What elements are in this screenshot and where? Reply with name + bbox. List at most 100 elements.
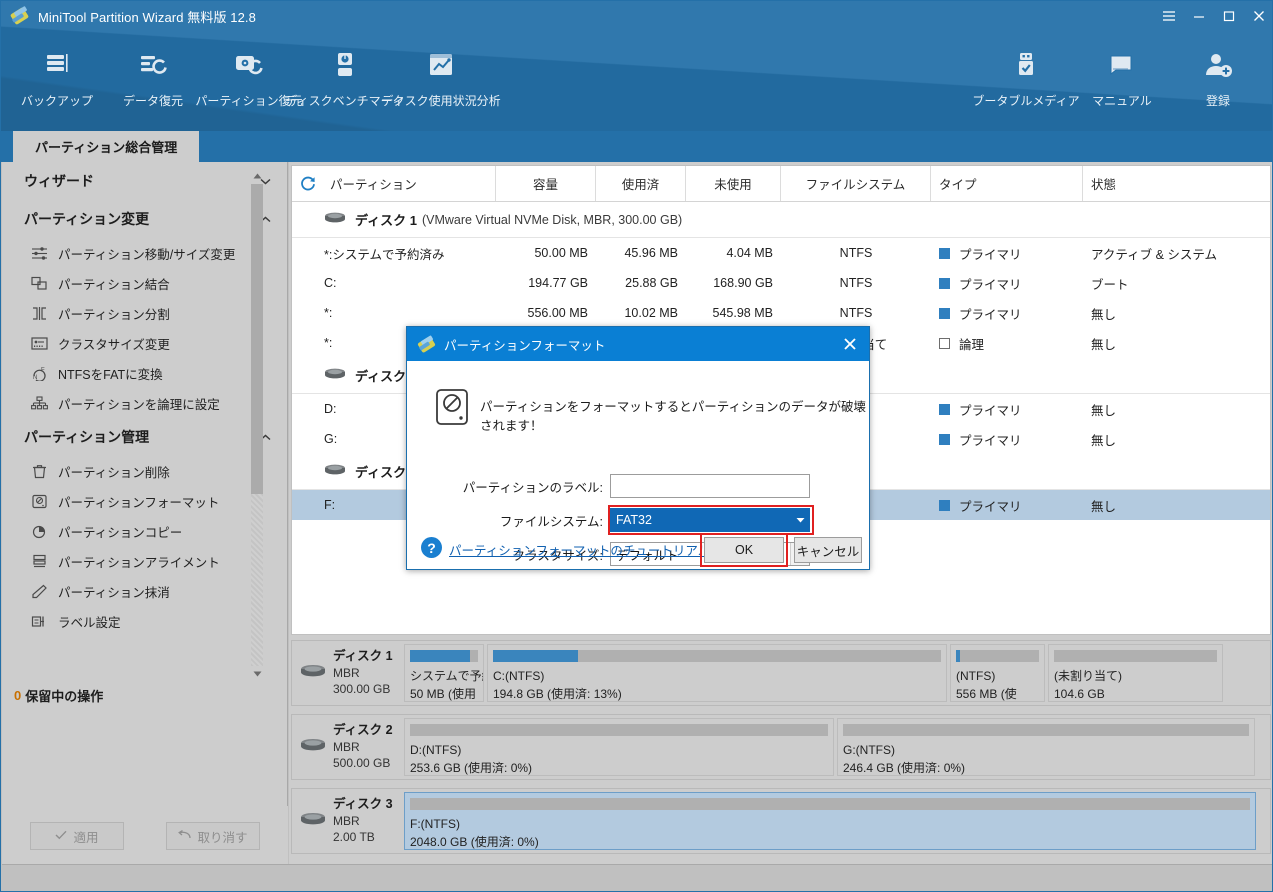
sidebar-item-format-partition[interactable]: パーティションフォーマット [2, 486, 288, 516]
cell-type: プライマリ [931, 400, 1083, 419]
toolbar-disk-usage-analyzer-button[interactable]: ディスク使用状況分析 [381, 41, 501, 109]
type-swatch [939, 277, 950, 289]
sidebar-item-convert-ntfs-to-fat[interactable]: NF NTFSをFATに変換 [2, 358, 288, 388]
column-header-type[interactable]: タイプ [931, 166, 1083, 201]
cell-used: 10.02 MB [624, 306, 678, 320]
window-controls [1154, 1, 1272, 31]
disk-header-row[interactable]: ディスク 1 (VMware Virtual NVMe Disk, MBR, 3… [292, 202, 1270, 238]
disk-map-partition[interactable]: C:(NTFS) 194.8 GB (使用済: 13%) [487, 644, 947, 702]
disk-usage-analyzer-icon [425, 45, 457, 85]
close-icon[interactable] [831, 327, 869, 361]
sidebar-item-align-partition[interactable]: パーティションアライメント [2, 546, 288, 576]
cluster-size-icon [28, 334, 50, 352]
sidebar-group-wizard[interactable]: ウィザード [2, 162, 288, 200]
table-header-row: パーティション 容量 使用済 未使用 ファイルシステム タイプ 状態 [292, 166, 1270, 202]
disk-map-partition[interactable]: D:(NTFS) 253.6 GB (使用済: 0%) [404, 718, 834, 776]
cell-state: 無し [1091, 433, 1117, 448]
table-row[interactable]: *:システムで予約済み 50.00 MB 45.96 MB 4.04 MB NT… [292, 238, 1270, 268]
disk-map-card[interactable]: ディスク 1 MBR 300.00 GB システムで予約 50 MB (使用 C… [291, 640, 1271, 706]
disk-map-partition[interactable]: (未割り当て) 104.6 GB [1048, 644, 1223, 702]
split-icon [28, 304, 50, 322]
maximize-icon[interactable] [1214, 1, 1244, 31]
table-row[interactable]: C: 194.77 GB 25.88 GB 168.90 GB NTFS プライ… [292, 268, 1270, 298]
disk-map-card[interactable]: ディスク 2 MBR 500.00 GB D:(NTFS) 253.6 GB (… [291, 714, 1271, 780]
table-row[interactable]: *: 556.00 MB 10.02 MB 545.98 MB NTFS プライ… [292, 298, 1270, 328]
wipe-icon [28, 582, 50, 600]
sidebar-item-move-resize[interactable]: パーティション移動/サイズ変更 [2, 238, 288, 268]
disk-map-partition[interactable]: G:(NTFS) 246.4 GB (使用済: 0%) [837, 718, 1255, 776]
sidebar-item-split[interactable]: パーティション分割 [2, 298, 288, 328]
scroll-down-arrow-icon[interactable] [251, 668, 263, 680]
sidebar-item-label: パーティションアライメント [58, 555, 220, 570]
sidebar-item-label: クラスタサイズ変更 [58, 337, 170, 352]
cell-type: 論理 [931, 334, 1083, 353]
column-header-state[interactable]: 状態 [1083, 166, 1269, 201]
refresh-icon[interactable] [292, 166, 322, 201]
dialog-body: パーティションをフォーマットするとパーティションのデータが破壊されます！ パーテ… [407, 361, 869, 571]
column-header-partition[interactable]: パーティション [322, 166, 496, 201]
minimize-icon[interactable] [1184, 1, 1214, 31]
toolbar-manual-button[interactable]: マニュアル [1074, 41, 1170, 109]
question-mark-icon[interactable]: ? [421, 537, 442, 558]
sidebar-group-partition-manage[interactable]: パーティション管理 [2, 418, 288, 456]
disk-map-info: ディスク 1 MBR 300.00 GB [292, 648, 404, 697]
sidebar-item-set-label[interactable]: ラベル設定 [2, 606, 288, 636]
apply-button[interactable]: 適用 [30, 822, 124, 850]
disk-map-partition[interactable]: システムで予約 50 MB (使用 [404, 644, 484, 702]
align-icon [28, 552, 50, 570]
sidebar-group-partition-modify[interactable]: パーティション変更 [2, 200, 288, 238]
sidebar-item-label: パーティションを論理に設定 [58, 397, 220, 412]
column-header-filesystem[interactable]: ファイルシステム [781, 166, 931, 201]
usage-bar [410, 798, 1250, 810]
undo-button[interactable]: 取り消す [166, 822, 260, 850]
tutorial-link[interactable]: パーティションフォーマットのチュートリアル [449, 540, 710, 559]
tab-partition-management[interactable]: パーティション総合管理 [13, 131, 200, 162]
sidebar-item-merge[interactable]: パーティション結合 [2, 268, 288, 298]
type-swatch [939, 337, 950, 349]
cell-filesystem: NTFS [839, 276, 873, 290]
column-header-capacity[interactable]: 容量 [496, 166, 596, 201]
toolbar-backup-button[interactable]: バックアップ [9, 41, 105, 109]
hamburger-icon[interactable] [1154, 1, 1184, 31]
column-header-used[interactable]: 使用済 [596, 166, 686, 201]
sidebar-scrollbar[interactable] [251, 170, 263, 680]
sidebar: ウィザード パーティション変更 パーティション移動/サイズ変更 パーティション結… [2, 162, 288, 866]
type-swatch [939, 403, 950, 415]
sidebar-group-title: パーティション変更 [24, 211, 150, 227]
disk-map-part-label: システムで予約 [410, 669, 483, 683]
pending-operations: 0 保留中の操作 [2, 682, 288, 708]
cell-type-label: プライマリ [959, 499, 1022, 514]
column-header-unused[interactable]: 未使用 [686, 166, 781, 201]
disk-map-part-label: G:(NTFS) [843, 743, 895, 757]
disk-map-part-label: C:(NTFS) [493, 669, 545, 683]
toolbar-item-label: データ復元 [122, 94, 183, 108]
toolbar-partition-recovery-button[interactable]: パーティション復元 [195, 41, 303, 109]
close-icon[interactable] [1244, 1, 1272, 31]
toolbar-register-button[interactable]: 登録 [1170, 41, 1266, 109]
disk-map-partition[interactable]: F:(NTFS) 2048.0 GB (使用済: 0%) [404, 792, 1256, 850]
sidebar-item-copy-partition[interactable]: パーティションコピー [2, 516, 288, 546]
scrollbar-thumb[interactable] [251, 184, 263, 494]
cell-unused: 4.04 MB [726, 246, 773, 260]
disk-map-card[interactable]: ディスク 3 MBR 2.00 TB F:(NTFS) 2048.0 GB (使… [291, 788, 1271, 854]
disk-icon [300, 663, 326, 683]
disk-meta: (VMware Virtual NVMe Disk, MBR, 300.00 G… [421, 212, 683, 227]
sidebar-item-delete-partition[interactable]: パーティション削除 [2, 456, 288, 486]
type-swatch [939, 499, 950, 511]
sidebar-item-wipe-partition[interactable]: パーティション抹消 [2, 576, 288, 606]
toolbar-data-recovery-button[interactable]: データ復元 [105, 41, 201, 109]
partition-label-input[interactable] [610, 474, 810, 498]
toolbar-item-label: ディスク使用状況分析 [381, 94, 501, 108]
sidebar-item-set-logical[interactable]: パーティションを論理に設定 [2, 388, 288, 418]
title-bar: MiniTool Partition Wizard 無料版 12.8 [1, 1, 1272, 31]
disk-map-part-detail: 253.6 GB (使用済: 0%) [410, 761, 533, 775]
status-bar [2, 864, 1272, 890]
toolbar-bootable-media-button[interactable]: ブータブルメディア [972, 41, 1080, 109]
cancel-button[interactable]: キャンセル [794, 537, 862, 563]
disk-map-partition[interactable]: (NTFS) 556 MB (使 [950, 644, 1045, 702]
sidebar-item-cluster-size[interactable]: クラスタサイズ変更 [2, 328, 288, 358]
scroll-up-arrow-icon[interactable] [251, 170, 263, 182]
toolbar-disk-benchmark-button[interactable]: ディスクベンチマーク [285, 41, 405, 109]
app-logo-icon [9, 5, 30, 26]
disk-icon [324, 367, 346, 385]
